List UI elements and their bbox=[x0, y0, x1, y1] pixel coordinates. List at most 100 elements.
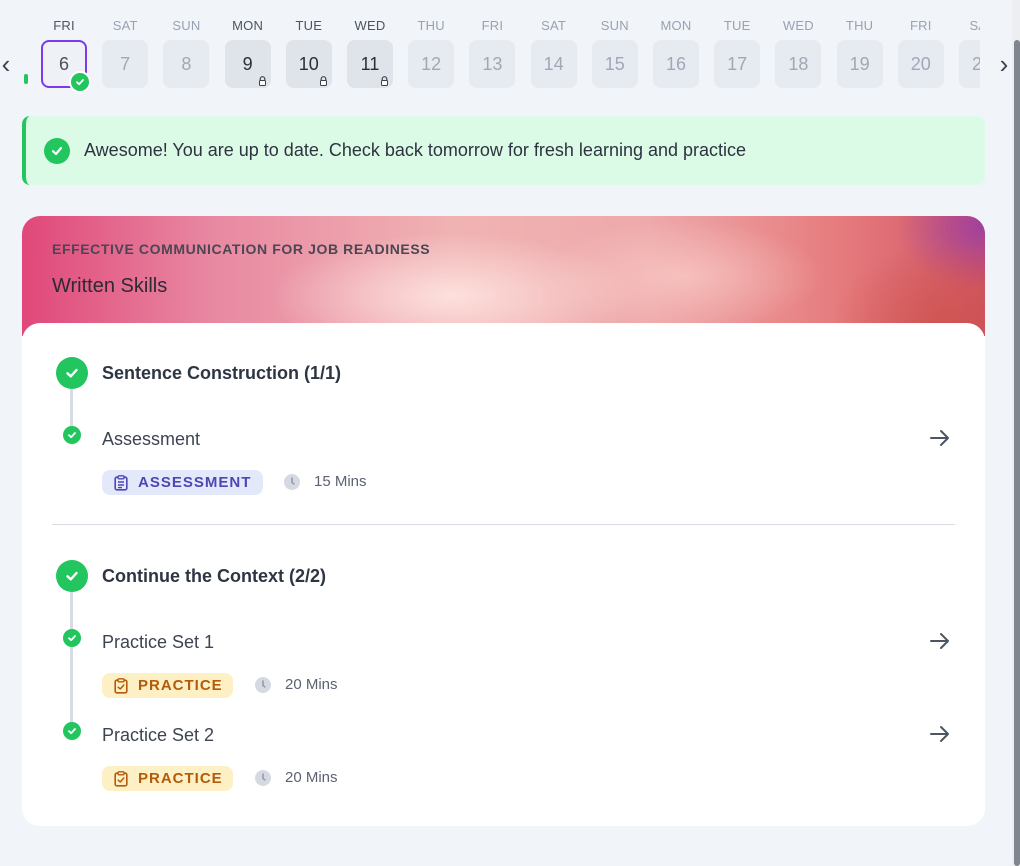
day-weekday: TUE bbox=[723, 18, 751, 33]
day-date: 20 bbox=[910, 53, 931, 74]
lock-icon bbox=[258, 76, 266, 86]
calendar-day[interactable]: SAT 7 bbox=[102, 0, 149, 100]
day-date: 15 bbox=[604, 53, 625, 74]
day-date: 21 bbox=[971, 53, 980, 74]
course-body: Sentence Construction (1/1) Assessment A… bbox=[22, 323, 985, 826]
day-weekday: THU bbox=[417, 18, 445, 33]
clock-icon bbox=[284, 473, 300, 490]
day-date-box[interactable]: 10 bbox=[285, 40, 332, 88]
arrow-right-icon[interactable] bbox=[927, 425, 953, 451]
day-weekday: MON bbox=[660, 18, 692, 33]
day-date-box[interactable]: 13 bbox=[469, 40, 516, 88]
check-badge-icon bbox=[69, 71, 91, 93]
day-date: 9 bbox=[242, 53, 253, 74]
day-date-box[interactable]: 19 bbox=[836, 40, 883, 88]
calendar-day[interactable]: MON 16 bbox=[653, 0, 699, 100]
section-complete-icon bbox=[56, 560, 88, 592]
day-date: 8 bbox=[181, 53, 192, 74]
course-card: EFFECTIVE COMMUNICATION FOR JOB READINES… bbox=[22, 216, 985, 826]
calendar-day[interactable]: FRI 13 bbox=[469, 0, 516, 100]
item-complete-icon bbox=[63, 629, 81, 647]
day-weekday: MON bbox=[232, 18, 264, 33]
course-header: EFFECTIVE COMMUNICATION FOR JOB READINES… bbox=[22, 216, 985, 336]
course-name: EFFECTIVE COMMUNICATION FOR JOB READINES… bbox=[52, 241, 431, 257]
day-weekday: FRI bbox=[910, 18, 932, 33]
day-date-box[interactable]: 9 bbox=[224, 40, 271, 88]
duration: 20 Mins bbox=[255, 676, 338, 693]
banner-message: Awesome! You are up to date. Check back … bbox=[84, 140, 747, 160]
day-weekday: FRI bbox=[481, 18, 504, 33]
day-date: 18 bbox=[788, 53, 809, 74]
practice-tag: PRACTICE bbox=[102, 766, 233, 791]
item-title[interactable]: Practice Set 2 bbox=[102, 725, 214, 746]
calendar-day[interactable]: TUE 10 bbox=[285, 0, 332, 100]
day-date-box[interactable]: 8 bbox=[163, 40, 210, 88]
day-weekday: WED bbox=[354, 18, 386, 33]
arrow-right-icon[interactable] bbox=[927, 628, 953, 654]
clock-icon bbox=[255, 676, 271, 693]
scrollbar-thumb[interactable] bbox=[1014, 40, 1020, 866]
day-list: FRI 6 SAT 7 SUN 8 MON 9 TUE 10 WED 11 THU 12 FRI 13 SAT 1… bbox=[40, 0, 980, 100]
day-date: 16 bbox=[665, 53, 687, 74]
tag-label: PRACTICE bbox=[138, 677, 223, 694]
item-title[interactable]: Assessment bbox=[102, 429, 200, 450]
day-date-box[interactable]: 14 bbox=[530, 40, 577, 88]
calendar-day[interactable]: FRI 6 bbox=[41, 0, 91, 100]
day-date-box[interactable]: 7 bbox=[102, 40, 149, 88]
tag-label: ASSESSMENT bbox=[138, 474, 252, 491]
chevron-left-icon[interactable]: ‹ bbox=[0, 50, 14, 78]
day-date-box[interactable]: 21 bbox=[959, 40, 980, 88]
day-weekday: TUE bbox=[295, 18, 323, 33]
assessment-tag: ASSESSMENT bbox=[102, 470, 263, 495]
duration: 20 Mins bbox=[255, 769, 338, 786]
calendar-day[interactable]: WED 18 bbox=[775, 0, 822, 100]
day-weekday: WED bbox=[782, 18, 814, 33]
day-date-box[interactable]: 20 bbox=[897, 40, 944, 88]
calendar-day[interactable]: THU 12 bbox=[408, 0, 455, 100]
day-date-box[interactable]: 16 bbox=[653, 40, 699, 88]
day-weekday: SUN bbox=[172, 18, 201, 33]
section-complete-icon bbox=[56, 357, 88, 389]
item-complete-icon bbox=[63, 426, 81, 444]
calendar-day[interactable]: MON 9 bbox=[224, 0, 271, 100]
day-weekday: SAT bbox=[969, 18, 980, 33]
item-complete-icon bbox=[63, 722, 81, 740]
day-date: 17 bbox=[727, 53, 748, 74]
day-date: 13 bbox=[482, 53, 503, 74]
item-title[interactable]: Practice Set 1 bbox=[102, 632, 214, 653]
previous-day-indicator bbox=[24, 74, 28, 84]
section-title: Continue the Context (2/2) bbox=[102, 566, 326, 586]
arrow-right-icon[interactable] bbox=[927, 721, 953, 747]
calendar-day[interactable]: SAT 21 bbox=[959, 0, 980, 100]
calendar-day[interactable]: FRI 20 bbox=[897, 0, 944, 100]
day-date: 11 bbox=[360, 53, 380, 74]
calendar-day[interactable]: TUE 17 bbox=[714, 0, 761, 100]
chevron-right-icon[interactable]: › bbox=[996, 50, 1012, 78]
day-date-box[interactable]: 6 bbox=[41, 40, 91, 93]
day-weekday: THU bbox=[845, 18, 874, 33]
day-date-box[interactable]: 15 bbox=[591, 40, 638, 88]
duration-label: 20 Mins bbox=[285, 769, 338, 786]
day-date-box[interactable]: 18 bbox=[775, 40, 822, 88]
clock-icon bbox=[255, 769, 271, 786]
calendar-day[interactable]: THU 19 bbox=[836, 0, 883, 100]
calendar-day[interactable]: WED 11 bbox=[347, 0, 393, 100]
day-date-box[interactable]: 17 bbox=[714, 40, 761, 88]
duration: 15 Mins bbox=[284, 473, 367, 490]
tag-label: PRACTICE bbox=[138, 770, 223, 787]
calendar-day[interactable]: SUN 15 bbox=[591, 0, 638, 100]
duration-label: 15 Mins bbox=[314, 473, 367, 490]
up-to-date-banner: Awesome! You are up to date. Check back … bbox=[22, 116, 985, 185]
clipboard-list-icon bbox=[114, 474, 128, 491]
day-date-box[interactable]: 11 bbox=[347, 40, 393, 88]
practice-tag: PRACTICE bbox=[102, 673, 233, 698]
lock-icon bbox=[381, 76, 388, 86]
calendar-day[interactable]: SUN 8 bbox=[163, 0, 210, 100]
calendar-day[interactable]: SAT 14 bbox=[530, 0, 577, 100]
section-title: Sentence Construction (1/1) bbox=[102, 363, 342, 383]
lock-icon bbox=[319, 76, 327, 86]
day-weekday: SAT bbox=[112, 18, 138, 33]
day-date: 6 bbox=[58, 53, 69, 74]
day-weekday: SAT bbox=[541, 18, 567, 33]
day-date-box[interactable]: 12 bbox=[408, 40, 455, 88]
